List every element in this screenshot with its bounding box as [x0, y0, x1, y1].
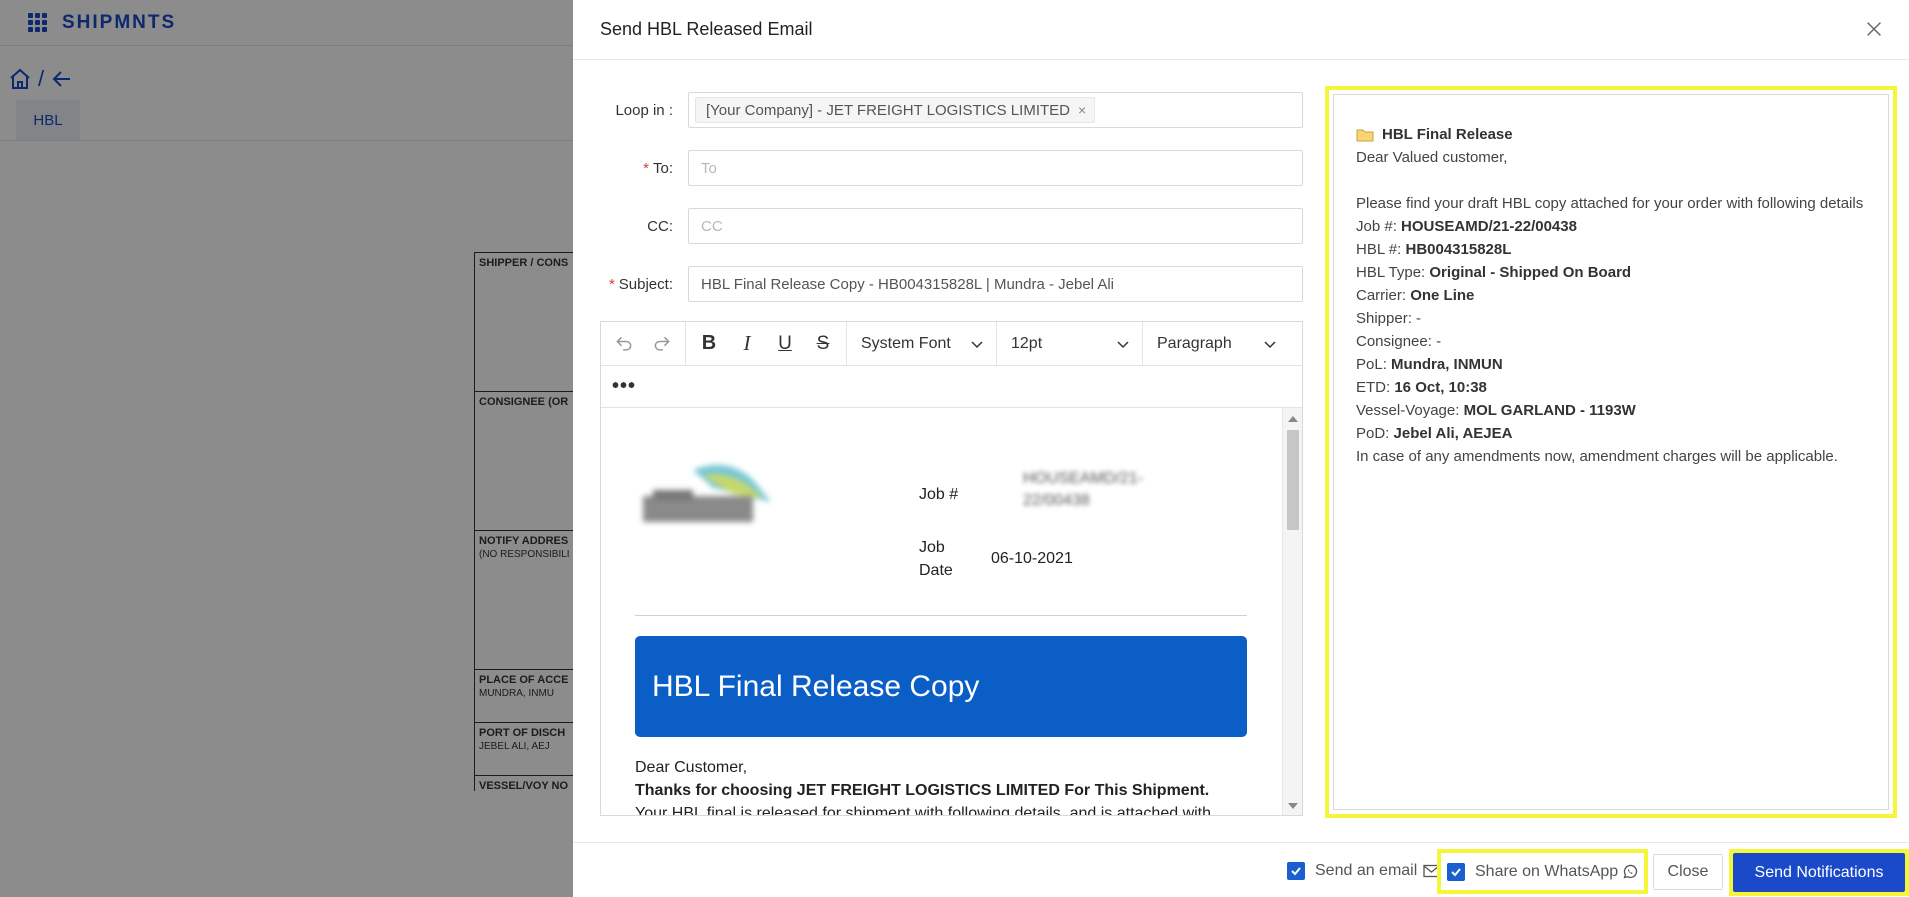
block-format-select[interactable]: Paragraph [1143, 322, 1289, 366]
format-group: B I U S [686, 321, 847, 366]
modal-footer: Send an email Share on WhatsApp Close Se… [573, 842, 1909, 897]
checkbox-checked-icon[interactable] [1287, 862, 1305, 880]
checkbox-checked-icon[interactable] [1447, 862, 1465, 881]
subject-field[interactable] [688, 266, 1303, 302]
italic-button[interactable]: I [728, 327, 766, 361]
send-email-checkbox[interactable]: Send an email [1287, 853, 1440, 889]
preview-field: HBL #: HB004315828L [1356, 241, 1512, 258]
email-details-line: Your HBL final is released for shipment … [635, 805, 1212, 815]
modal-header: Send HBL Released Email [573, 0, 1909, 60]
history-group [601, 321, 686, 366]
font-size-select[interactable]: 12pt [997, 321, 1143, 366]
message-preview: HBL Final Release Dear Valued customer, … [1333, 94, 1889, 810]
loop-in-field[interactable]: [Your Company] - JET FREIGHT LOGISTICS L… [688, 92, 1303, 128]
to-label: * To: [643, 159, 673, 177]
redo-icon [654, 336, 670, 351]
cc-input[interactable] [701, 217, 1290, 235]
scroll-down-icon[interactable] [1288, 803, 1298, 809]
chevron-down-icon [1117, 340, 1129, 348]
preview-title: HBL Final Release [1356, 123, 1866, 146]
send-notifications-button[interactable]: Send Notifications [1733, 853, 1905, 892]
divider [635, 615, 1247, 616]
send-email-drawer: Send HBL Released Email Loop in : [Your … [573, 0, 1909, 897]
close-button[interactable]: Close [1653, 854, 1723, 890]
preview-field: Vessel-Voyage: MOL GARLAND - 1193W [1356, 402, 1636, 419]
whatsapp-icon [1623, 864, 1638, 878]
font-size-value: 12pt [1011, 334, 1043, 352]
redo-button[interactable] [643, 327, 681, 361]
block-format-value: Paragraph [1157, 334, 1232, 352]
preview-intro: Please find your draft HBL copy attached… [1356, 195, 1864, 212]
preview-field: Carrier: One Line [1356, 287, 1475, 304]
preview-field: Job #: HOUSEAMD/21-22/00438 [1356, 218, 1577, 235]
email-greeting: Dear Customer, [635, 759, 748, 776]
bold-icon: B [701, 332, 717, 354]
job-date-label: Job Date [919, 539, 953, 579]
send-email-label: Send an email [1315, 862, 1418, 879]
subject-label: * Subject: [608, 275, 673, 293]
scroll-up-icon[interactable] [1288, 416, 1298, 422]
modal-title: Send HBL Released Email [600, 19, 813, 39]
subject-input[interactable] [701, 275, 1290, 293]
job-date-value: 06-10-2021 [991, 550, 1073, 567]
chevron-down-icon [971, 340, 983, 348]
email-banner: HBL Final Release Copy [635, 636, 1247, 737]
cc-field[interactable] [688, 208, 1303, 244]
editor-content[interactable]: Job # HOUSEAMD/21-22/00438 Job Date 06-10… [601, 408, 1281, 815]
underline-icon: U [778, 332, 792, 354]
email-editor: B I U S System Font 12pt Paragraph ••• J… [600, 321, 1303, 816]
loop-in-tag: [Your Company] - JET FREIGHT LOGISTICS L… [695, 97, 1096, 123]
chevron-down-icon [1264, 340, 1276, 348]
undo-button[interactable] [605, 327, 643, 361]
strikethrough-icon: S [816, 332, 830, 354]
loop-in-tag-label: [Your Company] - JET FREIGHT LOGISTICS L… [706, 101, 1070, 119]
bold-button[interactable]: B [690, 327, 728, 361]
preview-footer: In case of any amendments now, amendment… [1356, 448, 1838, 465]
undo-icon [616, 336, 632, 351]
scroll-thumb[interactable] [1287, 430, 1299, 530]
job-number-label: Job # [919, 486, 959, 503]
share-whatsapp-label: Share on WhatsApp [1475, 862, 1619, 880]
italic-icon: I [743, 331, 751, 355]
cc-label: CC: [647, 217, 673, 235]
share-whatsapp-checkbox[interactable]: Share on WhatsApp [1437, 849, 1649, 894]
to-row: * To: [573, 150, 1303, 186]
preview-greeting: Dear Valued customer, [1356, 149, 1508, 166]
preview-field: ETD: 16 Oct, 10:38 [1356, 379, 1487, 396]
preview-field: HBL Type: Original - Shipped On Board [1356, 264, 1632, 281]
send-notifications-highlight: Send Notifications [1729, 849, 1909, 896]
preview-field: Consignee: - [1356, 333, 1442, 350]
preview-field: Shipper: - [1356, 310, 1422, 327]
close-icon[interactable] [1863, 18, 1885, 40]
folder-icon [1356, 129, 1374, 141]
to-field[interactable] [688, 150, 1303, 186]
strikethrough-button[interactable]: S [804, 327, 842, 361]
loop-in-row: Loop in : [Your Company] - JET FREIGHT L… [573, 92, 1303, 128]
message-preview-panel: HBL Final Release Dear Valued customer, … [1325, 86, 1897, 818]
font-family-value: System Font [861, 334, 951, 352]
font-family-select[interactable]: System Font [847, 321, 997, 366]
loop-in-label: Loop in : [615, 101, 673, 119]
company-logo [643, 464, 771, 522]
more-options-button[interactable]: ••• [609, 372, 639, 402]
email-thanks: Thanks for choosing JET FREIGHT LOGISTIC… [635, 782, 1210, 799]
editor-scrollbar[interactable] [1282, 408, 1302, 815]
editor-toolbar: B I U S System Font 12pt Paragraph [601, 321, 1302, 366]
preview-field: PoD: Jebel Ali, AEJEA [1356, 425, 1513, 442]
editor-toolbar-overflow: ••• [601, 366, 1302, 408]
to-input[interactable] [701, 159, 1290, 177]
email-body-text: Dear Customer, Thanks for choosing JET F… [635, 756, 1247, 815]
preview-field: PoL: Mundra, INMUN [1356, 356, 1503, 373]
job-number-value: HOUSEAMD/21-22/00438 [1023, 470, 1144, 509]
subject-row: * Subject: [573, 266, 1303, 302]
cc-row: CC: [573, 208, 1303, 244]
underline-button[interactable]: U [766, 327, 804, 361]
remove-tag-icon[interactable]: × [1078, 102, 1086, 118]
